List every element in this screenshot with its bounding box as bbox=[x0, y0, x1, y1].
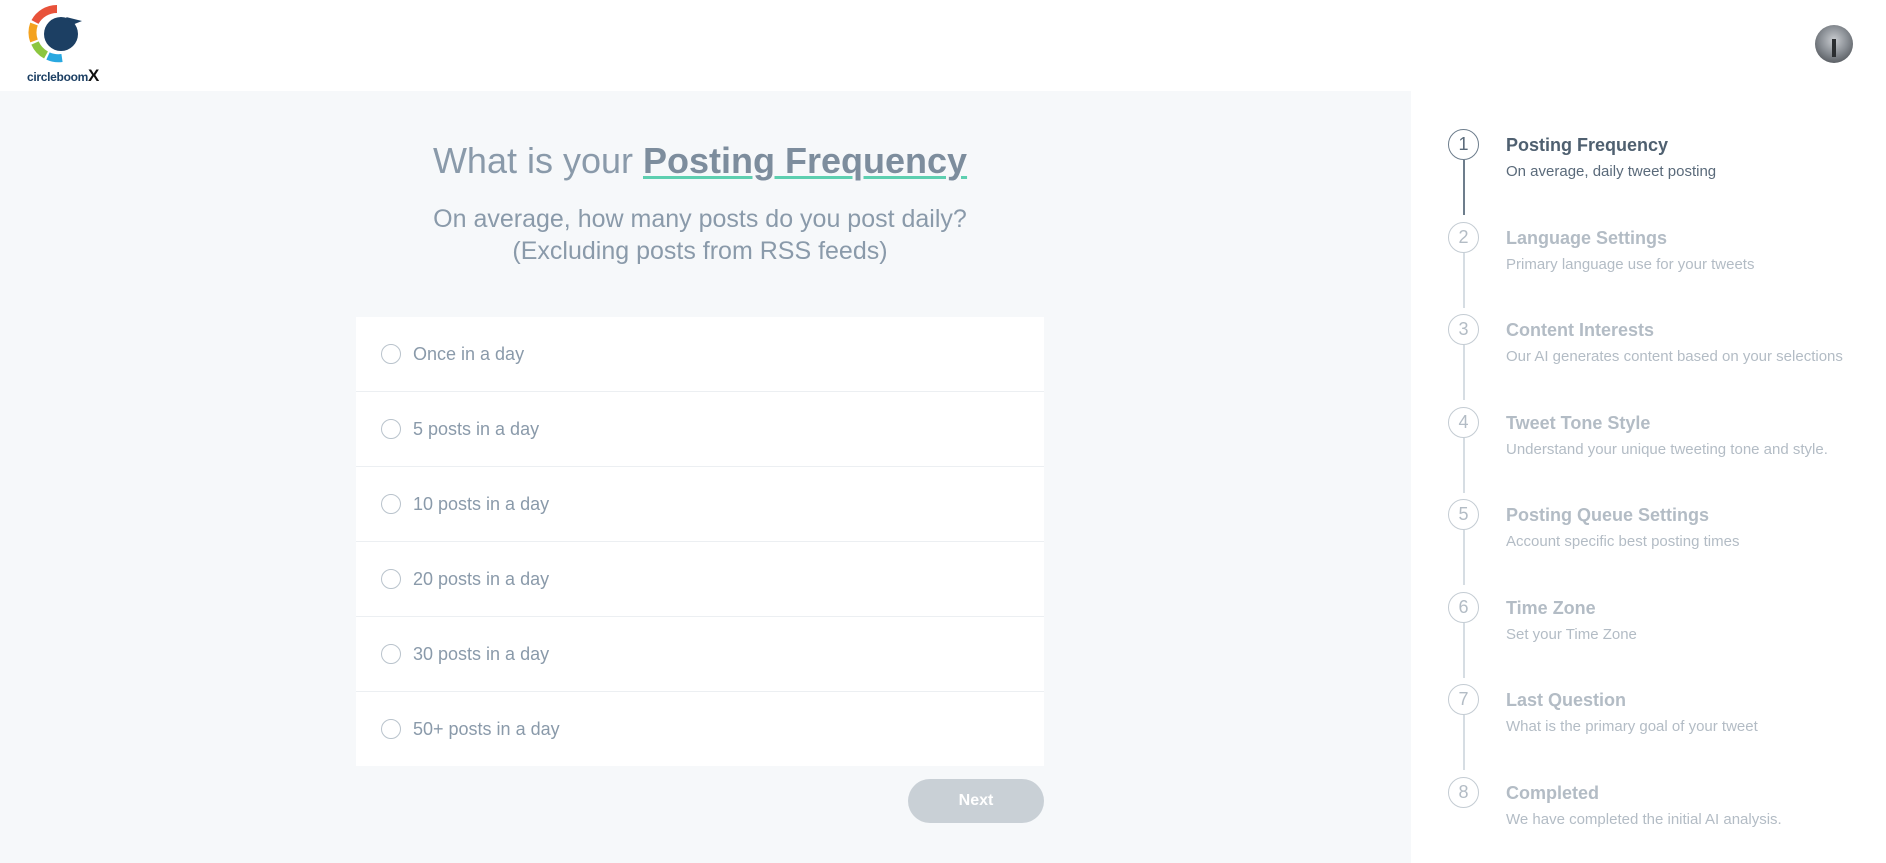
top-bar: circleboomX bbox=[0, 0, 1886, 91]
step-description: On average, daily tweet posting bbox=[1506, 163, 1717, 180]
step-description: Set your Time Zone bbox=[1506, 626, 1637, 643]
step-language-settings[interactable]: 2 Language Settings Primary language use… bbox=[1411, 184, 1886, 308]
option-5-posts[interactable]: 5 posts in a day bbox=[356, 392, 1044, 467]
next-button[interactable]: Next bbox=[908, 779, 1044, 823]
step-description: What is the primary goal of your tweet bbox=[1506, 718, 1758, 735]
step-number: 5 bbox=[1448, 499, 1479, 530]
option-50-plus-posts[interactable]: 50+ posts in a day bbox=[356, 692, 1044, 766]
step-completed[interactable]: 8 Completed We have completed the initia… bbox=[1411, 739, 1886, 832]
option-label: 5 posts in a day bbox=[413, 418, 540, 439]
step-title: Posting Queue Settings bbox=[1506, 505, 1710, 525]
radio-button[interactable] bbox=[381, 644, 401, 664]
step-last-question[interactable]: 7 Last Question What is the primary goal… bbox=[1411, 646, 1886, 770]
step-description: Primary language use for your tweets bbox=[1506, 256, 1755, 273]
frequency-options: Once in a day 5 posts in a day 10 posts … bbox=[356, 317, 1044, 766]
step-number: 2 bbox=[1448, 222, 1479, 253]
step-posting-queue-settings[interactable]: 5 Posting Queue Settings Account specifi… bbox=[1411, 461, 1886, 585]
radio-button[interactable] bbox=[381, 419, 401, 439]
option-label: Once in a day bbox=[413, 343, 525, 364]
step-description: Understand your unique tweeting tone and… bbox=[1506, 441, 1828, 458]
step-title: Last Question bbox=[1506, 690, 1627, 710]
step-tweet-tone-style[interactable]: 4 Tweet Tone Style Understand your uniqu… bbox=[1411, 369, 1886, 493]
step-description: Our AI generates content based on your s… bbox=[1506, 348, 1843, 365]
step-title: Completed bbox=[1506, 783, 1600, 803]
page-subtitle: On average, how many posts do you post d… bbox=[0, 203, 1400, 267]
user-avatar[interactable] bbox=[1815, 25, 1853, 63]
option-label: 10 posts in a day bbox=[413, 493, 550, 514]
step-number: 6 bbox=[1448, 592, 1479, 623]
steps-sidebar: 1 Posting Frequency On average, daily tw… bbox=[1411, 91, 1886, 863]
title-prefix: What is your bbox=[432, 140, 643, 181]
step-title: Time Zone bbox=[1506, 598, 1596, 618]
page-title: What is your Posting Frequency bbox=[0, 140, 1400, 182]
option-label: 30 posts in a day bbox=[413, 643, 550, 664]
step-content-interests[interactable]: 3 Content Interests Our AI generates con… bbox=[1411, 276, 1886, 400]
step-number: 1 bbox=[1448, 129, 1479, 160]
option-label: 20 posts in a day bbox=[413, 568, 550, 589]
subtitle-line-2: (Excluding posts from RSS feeds) bbox=[512, 237, 888, 265]
step-number: 7 bbox=[1448, 684, 1479, 715]
step-number: 4 bbox=[1448, 407, 1479, 438]
step-description: Account specific best posting times bbox=[1506, 533, 1740, 550]
radio-button[interactable] bbox=[381, 494, 401, 514]
step-title: Posting Frequency bbox=[1506, 135, 1669, 155]
step-title: Language Settings bbox=[1506, 228, 1668, 248]
title-highlight: Posting Frequency bbox=[643, 140, 968, 181]
option-10-posts[interactable]: 10 posts in a day bbox=[356, 467, 1044, 542]
radio-button[interactable] bbox=[381, 569, 401, 589]
option-20-posts[interactable]: 20 posts in a day bbox=[356, 542, 1044, 617]
step-number: 8 bbox=[1448, 777, 1479, 808]
step-description: We have completed the initial AI analysi… bbox=[1506, 811, 1782, 828]
option-label: 50+ posts in a day bbox=[413, 718, 560, 739]
radio-button[interactable] bbox=[381, 719, 401, 739]
radio-button[interactable] bbox=[381, 344, 401, 364]
step-title: Tweet Tone Style bbox=[1506, 413, 1651, 433]
option-once-a-day[interactable]: Once in a day bbox=[356, 317, 1044, 392]
step-number: 3 bbox=[1448, 314, 1479, 345]
step-time-zone[interactable]: 6 Time Zone Set your Time Zone bbox=[1411, 554, 1886, 678]
step-posting-frequency[interactable]: 1 Posting Frequency On average, daily tw… bbox=[1411, 91, 1886, 215]
logo-icon bbox=[28, 4, 82, 63]
step-title: Content Interests bbox=[1506, 320, 1655, 340]
subtitle-line-1: On average, how many posts do you post d… bbox=[433, 205, 967, 233]
option-30-posts[interactable]: 30 posts in a day bbox=[356, 617, 1044, 692]
logo-wordmark: circleboomX bbox=[27, 66, 100, 85]
